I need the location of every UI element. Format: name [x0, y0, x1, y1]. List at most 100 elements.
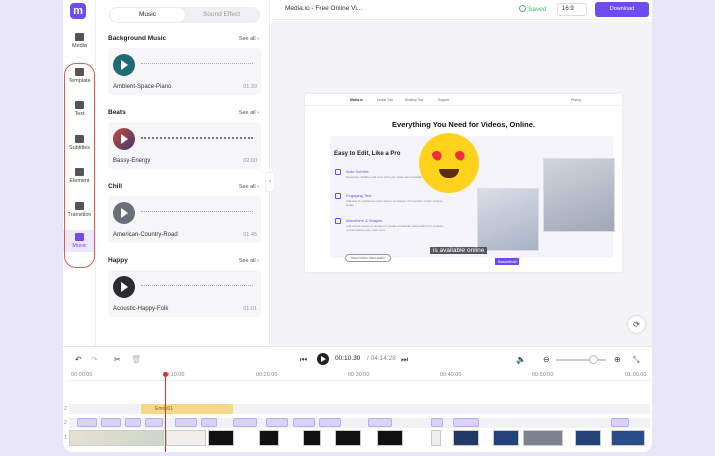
subtitle-clip[interactable] — [125, 418, 141, 427]
video-clip[interactable] — [303, 430, 321, 446]
zoom-slider-handle[interactable] — [589, 355, 598, 364]
track-duration: 02:00 — [243, 158, 257, 164]
video-clip[interactable] — [335, 430, 361, 446]
subtitle-clip[interactable] — [611, 418, 629, 427]
subtitle-clip[interactable] — [431, 418, 443, 427]
app-logo[interactable]: m — [70, 3, 86, 19]
ruler-tick: 00:00.00 — [71, 372, 93, 378]
tab-sound-effect[interactable]: Sound Effect — [184, 8, 259, 22]
saved-label: Saved — [528, 6, 547, 13]
rail-label: Media — [72, 43, 87, 49]
section-title: Background Music — [108, 35, 167, 42]
saved-status: Saved — [519, 5, 546, 13]
editor-window: m Media Template Text Subtitles Element … — [63, 0, 652, 452]
redo-icon[interactable]: ↷ — [91, 355, 98, 364]
zoom-in-icon[interactable]: ⊕ — [614, 355, 621, 364]
video-clip[interactable] — [575, 430, 601, 446]
subtitle-clip[interactable] — [201, 418, 217, 427]
emoji-clip[interactable]: Emoji01 — [141, 404, 233, 414]
video-clip[interactable] — [453, 430, 479, 446]
video-clip[interactable] — [523, 430, 563, 446]
track-name: American-Country-Road — [113, 232, 178, 238]
subtitle-clip[interactable] — [453, 418, 479, 427]
track-number: 2 — [64, 420, 67, 426]
skip-back-icon[interactable]: ⏮ — [300, 355, 307, 365]
subtitle-banner: is available online — [430, 247, 488, 254]
subtitle-clip[interactable] — [319, 418, 341, 427]
photo-girl-basketball — [477, 188, 539, 251]
video-clip[interactable] — [431, 430, 441, 446]
preview-nav-item: Desktop Tool — [405, 98, 424, 102]
zoom-out-icon[interactable]: ⊖ — [543, 355, 550, 364]
total-time: / 04:14.28 — [367, 355, 396, 362]
highlight-outline — [64, 63, 95, 268]
subtitle-clip[interactable] — [293, 418, 315, 427]
preview-nav: Media.io Online Tool Desktop Tool Suppor… — [305, 94, 622, 106]
video-clip[interactable] — [611, 430, 645, 446]
top-bar: Media.io - Free Online Vi... Saved 16:9 … — [271, 0, 652, 20]
see-all-link[interactable]: See all › — [239, 258, 259, 264]
check-icon — [519, 5, 526, 12]
heart-icon — [453, 148, 467, 163]
subtitle-clip[interactable] — [145, 418, 163, 427]
music-panel: Music Sound Effect Background Music See … — [97, 0, 270, 346]
trash-icon[interactable]: 🗑 — [131, 355, 141, 364]
subtitle-clip[interactable] — [77, 418, 97, 427]
video-clip[interactable] — [69, 430, 164, 446]
panel-tabs: Music Sound Effect — [109, 7, 260, 23]
feature-desc: Add text to emphasize your videos or ima… — [346, 199, 443, 207]
subtitle-clip[interactable] — [266, 418, 288, 427]
preview-nav-item: Support — [438, 98, 450, 102]
split-icon[interactable]: ✂ — [114, 355, 121, 364]
music-card[interactable]: Ambient-Space-Piano 01:39 — [108, 48, 261, 95]
play-icon[interactable] — [113, 276, 135, 298]
playhead[interactable] — [163, 372, 168, 452]
fit-icon[interactable]: ⤡ — [633, 355, 639, 365]
ruler — [69, 380, 650, 381]
photo-basketball-player — [543, 158, 615, 232]
preview-nav-brand: Media.io — [350, 98, 363, 102]
see-all-link[interactable]: See all › — [239, 36, 259, 42]
waveform — [141, 211, 253, 215]
preview-subhead: Easy to Edit, Like a Pro — [334, 151, 401, 157]
preview-nav-item: Pricing — [571, 98, 581, 102]
play-button[interactable] — [317, 353, 329, 365]
subtitle-clip[interactable] — [368, 418, 392, 427]
music-card[interactable]: American-Country-Road 01:45 — [108, 196, 261, 243]
feature-title: Waveform & Shapes — [346, 218, 383, 223]
see-all-link[interactable]: See all › — [239, 110, 259, 116]
preview-nav-item: Online Tool — [377, 98, 393, 102]
ruler-tick: 00:20.00 — [256, 372, 278, 378]
play-icon[interactable] — [113, 54, 135, 76]
rail-item-media[interactable]: Media — [63, 33, 96, 49]
volume-icon[interactable]: 🔈 — [516, 355, 526, 364]
subtitle-clip[interactable] — [101, 418, 121, 427]
zoom-slider[interactable] — [556, 359, 606, 361]
subtitle-clip[interactable] — [233, 418, 257, 427]
rotate-icon[interactable]: ⟳ — [628, 316, 645, 333]
video-clip[interactable] — [166, 430, 206, 446]
undo-icon[interactable]: ↶ — [75, 355, 82, 364]
video-clip[interactable] — [493, 430, 519, 446]
video-clip[interactable] — [208, 430, 234, 446]
ruler-tick: 01:00.00 — [625, 372, 647, 378]
waveform — [141, 285, 253, 289]
heart-eyes-emoji[interactable] — [419, 133, 479, 193]
video-clip[interactable] — [259, 430, 279, 446]
preview-canvas[interactable]: Media.io Online Tool Desktop Tool Suppor… — [305, 94, 622, 272]
tab-music[interactable]: Music — [110, 8, 185, 22]
play-icon[interactable] — [113, 202, 135, 224]
skip-forward-icon[interactable]: ⏭ — [401, 355, 408, 365]
music-card[interactable]: Bassy-Energy 02:00 — [108, 122, 261, 169]
see-all-link[interactable]: See all › — [239, 184, 259, 190]
aspect-ratio-select[interactable]: 16:9 — [557, 3, 587, 16]
download-button[interactable]: Download — [595, 2, 649, 17]
collapse-panel-button[interactable]: ‹ — [265, 172, 275, 192]
music-card[interactable]: Acoustic-Happy-Folk 01:01 — [108, 270, 261, 317]
preview-headline: Everything You Need for Videos, Online. — [392, 120, 535, 129]
play-icon[interactable] — [113, 128, 135, 150]
video-clip[interactable] — [377, 430, 403, 446]
document-title[interactable]: Media.io - Free Online Vi... — [285, 5, 362, 12]
heart-icon — [430, 148, 444, 163]
subtitle-clip[interactable] — [175, 418, 197, 427]
